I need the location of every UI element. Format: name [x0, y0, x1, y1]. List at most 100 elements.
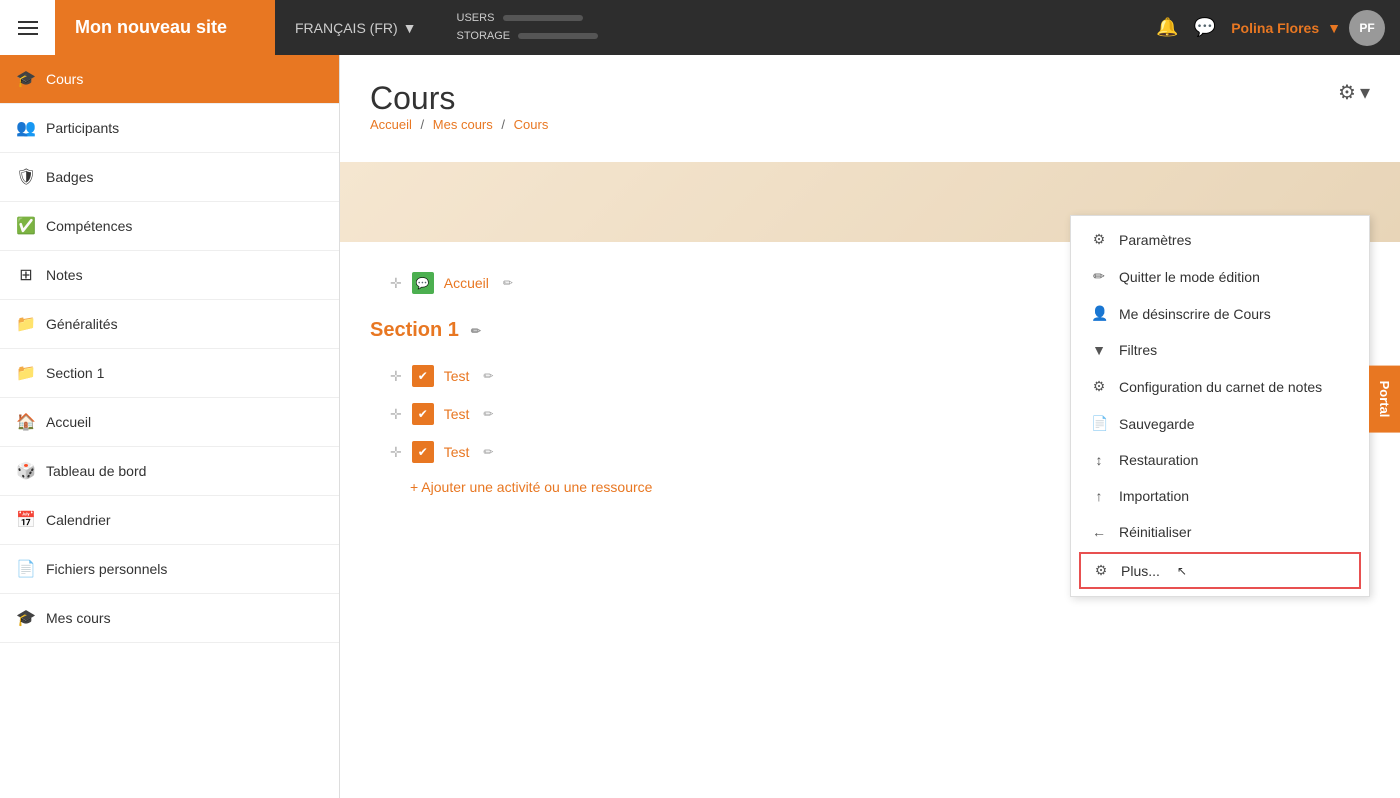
dropdown-item-importation[interactable]: ↑ Importation — [1071, 478, 1369, 514]
sidebar-item-badges[interactable]: 🛡 Badges — [0, 153, 339, 202]
dropdown-item-quitter[interactable]: ✏ Quitter le mode édition — [1071, 258, 1369, 295]
sauvegarde-icon: 📄 — [1091, 415, 1107, 432]
user-menu[interactable]: Polina Flores ▼ PF — [1231, 10, 1385, 46]
dropdown-item-filtres[interactable]: ▼ Filtres — [1071, 332, 1369, 368]
storage-stat: STORAGE — [457, 28, 599, 46]
sidebar-item-mes-cours[interactable]: 🎓 Mes cours — [0, 594, 339, 643]
restauration-icon: ↕ — [1091, 452, 1107, 468]
hamburger-button[interactable] — [0, 0, 55, 55]
quiz-icon-2: ✔ — [412, 403, 434, 425]
cursor-indicator: ↖ — [1177, 564, 1187, 578]
sidebar-label-notes: Notes — [46, 267, 83, 283]
sidebar-item-fichiers[interactable]: 📄 Fichiers personnels — [0, 545, 339, 594]
notification-icon[interactable]: 🔔 — [1156, 17, 1178, 38]
dropdown-item-carnet[interactable]: ⚙ Configuration du carnet de notes — [1071, 368, 1369, 405]
sidebar-item-section1[interactable]: 📁 Section 1 — [0, 349, 339, 398]
dropdown-item-restauration[interactable]: ↕ Restauration — [1071, 442, 1369, 478]
breadcrumb-my-courses[interactable]: Mes cours — [433, 117, 493, 132]
quitter-icon: ✏ — [1091, 268, 1107, 285]
activity-edit-3[interactable]: ✏ — [483, 445, 493, 459]
sidebar-label-tableau: Tableau de bord — [46, 463, 146, 479]
stats-panel: USERS STORAGE — [457, 10, 599, 45]
breadcrumb: Accueil / Mes cours / Cours — [370, 117, 548, 132]
mes-cours-icon: 🎓 — [16, 608, 36, 628]
sidebar-label-badges: Badges — [46, 169, 93, 185]
sidebar: 🎓 Cours 👥 Participants 🛡 Badges ✅ Compét… — [0, 55, 340, 798]
breadcrumb-home[interactable]: Accueil — [370, 117, 412, 132]
sidebar-item-competences[interactable]: ✅ Compétences — [0, 202, 339, 251]
cours-icon: 🎓 — [16, 69, 36, 89]
language-arrow: ▼ — [403, 20, 417, 36]
restauration-label: Restauration — [1119, 452, 1198, 468]
sidebar-item-cours[interactable]: 🎓 Cours — [0, 55, 339, 104]
dropdown-item-plus[interactable]: ⚙ Plus... ↖ — [1079, 552, 1361, 589]
sidebar-item-notes[interactable]: ⊞ Notes — [0, 251, 339, 300]
activity-edit-2[interactable]: ✏ — [483, 407, 493, 421]
notes-icon: ⊞ — [16, 265, 36, 285]
language-selector[interactable]: FRANÇAIS (FR) ▼ — [275, 20, 437, 36]
sidebar-item-participants[interactable]: 👥 Participants — [0, 104, 339, 153]
drag-handle-3[interactable]: ✛ — [390, 444, 402, 461]
desinscrire-label: Me désinscrire de Cours — [1119, 306, 1271, 322]
dropdown-item-parametres[interactable]: ⚙ Paramètres — [1071, 221, 1369, 258]
accueil-icon: 🏠 — [16, 412, 36, 432]
users-bar — [503, 15, 583, 21]
sidebar-label-accueil: Accueil — [46, 414, 91, 430]
accueil-link[interactable]: Accueil — [444, 275, 489, 291]
quiz-icon-1: ✔ — [412, 365, 434, 387]
calendrier-icon: 📅 — [16, 510, 36, 530]
gear-icon: ⚙ — [1338, 80, 1356, 105]
activity-link-1[interactable]: Test — [444, 368, 470, 384]
gear-button[interactable]: ⚙ ▾ — [1338, 80, 1370, 105]
main-content: Cours Accueil / Mes cours / Cours ⚙ ▾ ✛ … — [340, 55, 1400, 798]
sidebar-item-accueil[interactable]: 🏠 Accueil — [0, 398, 339, 447]
plus-label: Plus... — [1121, 563, 1160, 579]
drag-handle-2[interactable]: ✛ — [390, 406, 402, 423]
sidebar-item-generalites[interactable]: 📁 Généralités — [0, 300, 339, 349]
add-activity-label: + Ajouter une activité ou une ressource — [410, 479, 652, 495]
accueil-edit-pencil[interactable]: ✏ — [503, 276, 513, 290]
sidebar-label-participants: Participants — [46, 120, 119, 136]
drag-handle-1[interactable]: ✛ — [390, 368, 402, 385]
activity-link-2[interactable]: Test — [444, 406, 470, 422]
sidebar-label-cours: Cours — [46, 71, 83, 87]
breadcrumb-current[interactable]: Cours — [514, 117, 549, 132]
forum-icon: 💬 — [412, 272, 434, 294]
title-area: Cours Accueil / Mes cours / Cours — [370, 80, 548, 152]
generalites-icon: 📁 — [16, 314, 36, 334]
sidebar-label-generalites: Généralités — [46, 316, 118, 332]
plus-icon: ⚙ — [1093, 562, 1109, 579]
page-title: Cours — [370, 80, 548, 117]
sidebar-item-calendrier[interactable]: 📅 Calendrier — [0, 496, 339, 545]
message-icon[interactable]: 💬 — [1194, 17, 1216, 38]
activity-link-3[interactable]: Test — [444, 444, 470, 460]
portal-tab[interactable]: Portal — [1369, 366, 1400, 433]
dropdown-item-sauvegarde[interactable]: 📄 Sauvegarde — [1071, 405, 1369, 442]
breadcrumb-sep2: / — [501, 117, 505, 132]
parametres-label: Paramètres — [1119, 232, 1191, 248]
dropdown-item-desinscrire[interactable]: 👤 Me désinscrire de Cours — [1071, 295, 1369, 332]
dropdown-item-reinitialiser[interactable]: ← Réinitialiser — [1071, 514, 1369, 550]
section1-icon: 📁 — [16, 363, 36, 383]
activity-edit-1[interactable]: ✏ — [483, 369, 493, 383]
sidebar-label-fichiers: Fichiers personnels — [46, 561, 167, 577]
navbar-right: 🔔 💬 Polina Flores ▼ PF — [1156, 10, 1400, 46]
carnet-icon: ⚙ — [1091, 378, 1107, 395]
sidebar-label-section1: Section 1 — [46, 365, 104, 381]
parametres-icon: ⚙ — [1091, 231, 1107, 248]
section-1-edit[interactable]: ✏ — [471, 324, 481, 338]
user-arrow: ▼ — [1327, 20, 1341, 36]
tableau-icon: 🎲 — [16, 461, 36, 481]
quiz-icon-3: ✔ — [412, 441, 434, 463]
importation-label: Importation — [1119, 488, 1189, 504]
participants-icon: 👥 — [16, 118, 36, 138]
sidebar-item-tableau[interactable]: 🎲 Tableau de bord — [0, 447, 339, 496]
competences-icon: ✅ — [16, 216, 36, 236]
storage-bar — [518, 33, 598, 39]
section-1-label: Section 1 — [370, 319, 459, 342]
sidebar-label-competences: Compétences — [46, 218, 132, 234]
dropdown-menu: ⚙ Paramètres ✏ Quitter le mode édition 👤… — [1070, 215, 1370, 597]
user-avatar: PF — [1349, 10, 1385, 46]
drag-handle-accueil[interactable]: ✛ — [390, 275, 402, 292]
site-brand[interactable]: Mon nouveau site — [55, 0, 275, 55]
